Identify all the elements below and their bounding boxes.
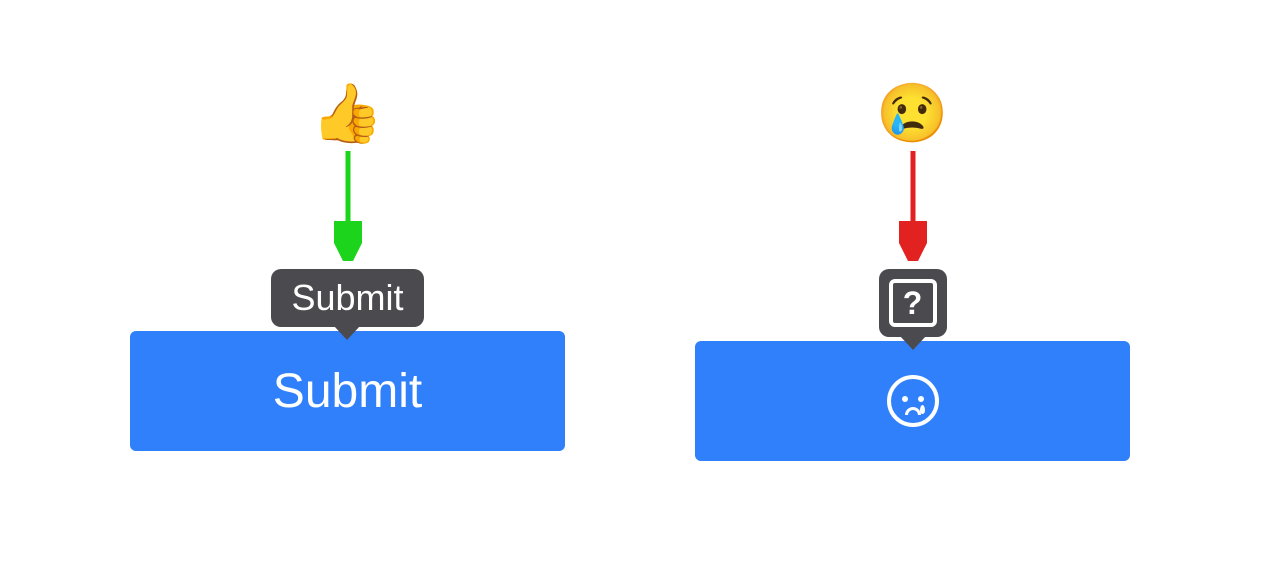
accessibility-tooltip: Submit: [271, 269, 423, 327]
crying-face-icon: [887, 375, 939, 427]
crying-face-emoji-icon: 😢: [695, 85, 1130, 143]
unknown-icon: ?: [889, 279, 937, 327]
submit-button[interactable]: Submit: [130, 331, 565, 451]
submit-button-unlabeled[interactable]: [695, 341, 1130, 461]
arrow-down-icon: [334, 151, 362, 261]
question-mark-label: ?: [903, 285, 923, 322]
submit-button-label: Submit: [273, 364, 422, 419]
accessibility-tooltip: ?: [879, 269, 947, 337]
bad-accessibility-example: 😢 ?: [695, 85, 1130, 461]
thumbs-up-icon: 👍: [130, 85, 565, 143]
tooltip-label: Submit: [291, 277, 403, 319]
arrow-down-icon: [899, 151, 927, 261]
good-accessibility-example: 👍 Submit Submit: [130, 85, 565, 451]
